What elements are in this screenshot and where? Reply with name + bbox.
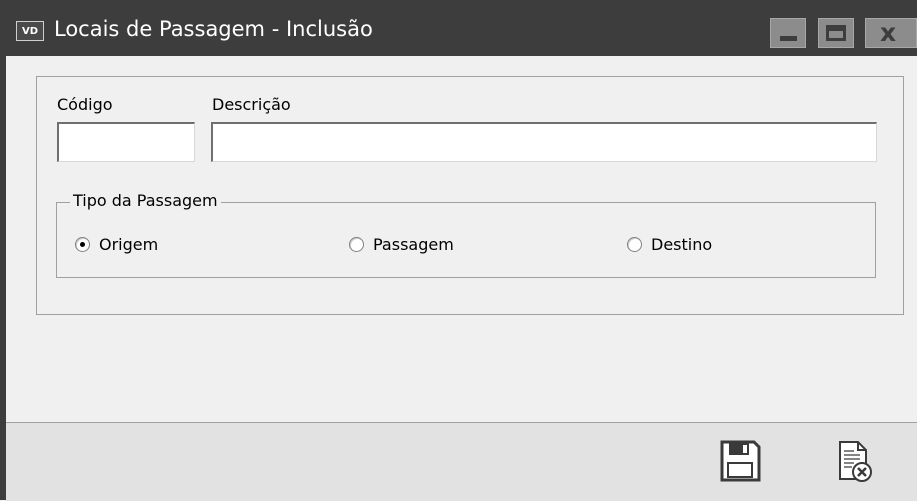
title-bar[interactable]: VD Locais de Passagem - Inclusão x bbox=[6, 0, 917, 56]
minimize-button[interactable] bbox=[770, 18, 806, 48]
tipo-passagem-group: Tipo da Passagem Origem Passagem Destino bbox=[56, 191, 876, 278]
radio-origem-circle[interactable] bbox=[75, 237, 90, 252]
descricao-label: Descrição bbox=[212, 95, 291, 114]
radio-selected-dot bbox=[80, 242, 85, 247]
radio-destino-label: Destino bbox=[651, 235, 713, 254]
save-icon bbox=[720, 440, 761, 482]
tipo-passagem-label: Tipo da Passagem bbox=[70, 191, 221, 210]
close-button[interactable]: x bbox=[865, 18, 917, 48]
radio-passagem-circle[interactable] bbox=[349, 237, 364, 252]
radio-passagem-label: Passagem bbox=[373, 235, 454, 254]
close-icon: x bbox=[880, 18, 897, 47]
radio-origem[interactable]: Origem bbox=[75, 235, 158, 254]
dialog-window: VD Locais de Passagem - Inclusão x Códig… bbox=[0, 0, 917, 501]
radio-passagem[interactable]: Passagem bbox=[349, 235, 454, 254]
save-button[interactable] bbox=[718, 439, 762, 483]
radio-destino[interactable]: Destino bbox=[627, 235, 712, 254]
radio-origem-label: Origem bbox=[99, 235, 159, 254]
radio-destino-circle[interactable] bbox=[627, 237, 642, 252]
cancel-document-icon bbox=[839, 441, 872, 482]
codigo-field[interactable] bbox=[57, 122, 195, 162]
descricao-field[interactable] bbox=[211, 122, 877, 162]
window-title: Locais de Passagem - Inclusão bbox=[54, 17, 373, 41]
app-icon: VD bbox=[16, 21, 44, 41]
maximize-icon bbox=[826, 25, 846, 41]
minimize-icon bbox=[780, 36, 797, 41]
maximize-button[interactable] bbox=[818, 18, 854, 48]
cancel-button[interactable] bbox=[832, 439, 876, 483]
codigo-label: Código bbox=[57, 95, 113, 114]
form-panel: Código Descrição Tipo da Passagem Origem… bbox=[36, 76, 904, 315]
footer-toolbar bbox=[6, 422, 917, 501]
